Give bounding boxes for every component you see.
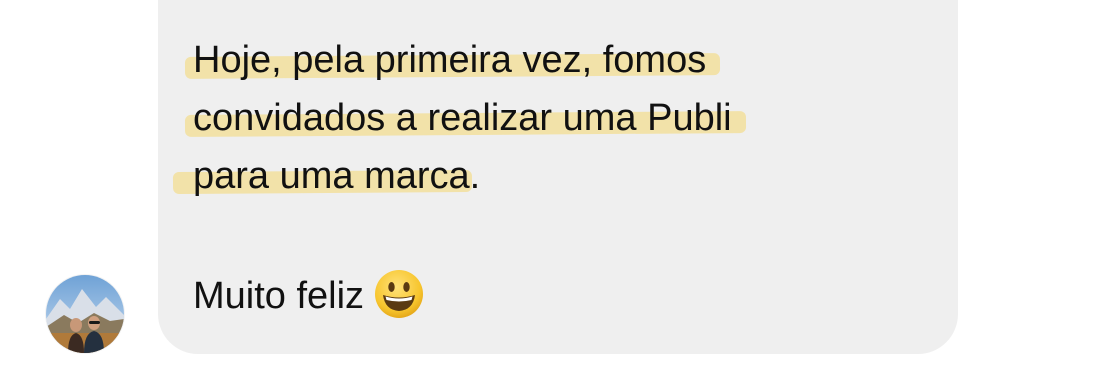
avatar-photo: [46, 275, 124, 353]
highlight-line-1: Hoje, pela primeira vez, fomos: [193, 39, 707, 81]
message-line-4: Muito feliz: [193, 270, 424, 323]
sender-avatar[interactable]: [46, 275, 124, 353]
grinning-face-emoji-icon: [375, 270, 424, 318]
message-line-4-text: Muito feliz: [193, 275, 365, 318]
message-line-1: Hoje, pela primeira vez, fomos: [193, 38, 706, 82]
highlight-line-2: convidados a realizar uma Publi: [193, 97, 732, 139]
highlight-line-3: para uma marca: [193, 155, 470, 197]
message-line-2: convidados a realizar uma Publi: [193, 96, 732, 140]
message-line-3: para uma marca.: [193, 154, 480, 198]
